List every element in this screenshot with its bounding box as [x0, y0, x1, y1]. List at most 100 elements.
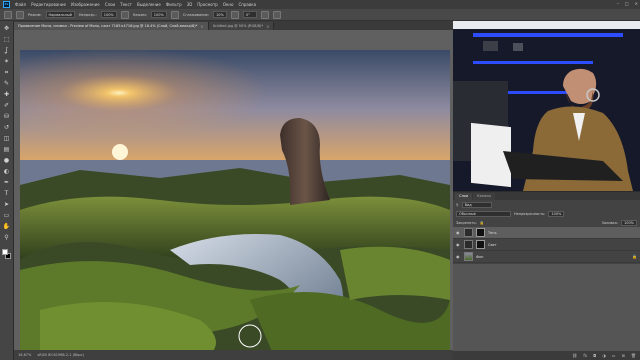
close-tab-icon[interactable]: ×: [200, 24, 203, 29]
smoothing-label: Сглаживание:: [182, 12, 209, 17]
dodge-icon[interactable]: ◐: [3, 168, 11, 176]
layer-name: Свет: [488, 242, 497, 247]
opacity-label: Непрозрачность:: [514, 211, 546, 216]
eye-icon[interactable]: ◉: [456, 254, 461, 259]
minimize-button[interactable]: –: [617, 1, 619, 6]
eye-icon[interactable]: ◉: [456, 230, 461, 235]
new-layer-icon[interactable]: ⊞: [622, 353, 625, 358]
stamp-icon[interactable]: ⛁: [3, 113, 11, 121]
path-select-icon[interactable]: ➤: [3, 201, 11, 209]
type-icon[interactable]: T: [3, 190, 11, 198]
layer-thumbnail: [464, 240, 473, 249]
document-tab-label: Проявление Мона, снимки - Preview of Mon…: [18, 24, 198, 28]
smoothing-settings-icon[interactable]: [231, 10, 239, 19]
folder-icon[interactable]: ▭: [612, 353, 616, 358]
webcam-overlay: [453, 21, 640, 191]
zoom-readout[interactable]: 16,67%: [18, 353, 31, 357]
gradient-icon[interactable]: ▤: [3, 146, 11, 154]
foreground-color-swatch[interactable]: [2, 249, 8, 255]
crop-icon[interactable]: ⌗: [3, 69, 11, 77]
menu-layers[interactable]: Слои: [105, 2, 115, 7]
layer-opacity-field[interactable]: 100%: [548, 210, 565, 217]
link-icon[interactable]: ⛓: [572, 353, 577, 358]
menu-file[interactable]: Файл: [15, 2, 26, 7]
status-bar: 16,67% sRGB IEC61966-2.1 (8bpc): [14, 350, 453, 360]
maximize-button[interactable]: □: [625, 1, 629, 6]
marquee-icon[interactable]: ⬚: [3, 36, 11, 44]
shape-icon[interactable]: ▭: [3, 212, 11, 220]
layer-thumbnail: [464, 228, 473, 237]
layer-row[interactable]: ◉ Фон 🔒: [453, 251, 640, 263]
opacity-field[interactable]: 100%: [100, 11, 117, 18]
tab-channels[interactable]: Каналы: [473, 193, 496, 200]
document-tab-active[interactable]: Проявление Мона, снимки - Preview of Mon…: [14, 22, 209, 30]
trash-icon[interactable]: 🗑: [631, 353, 636, 358]
document-canvas[interactable]: [20, 50, 450, 350]
symmetry-icon[interactable]: [273, 10, 281, 19]
healing-icon[interactable]: ✚: [3, 91, 11, 99]
layer-name: Тень: [488, 230, 497, 235]
color-swatches[interactable]: [2, 249, 11, 261]
layer-fill-field[interactable]: 100%: [620, 219, 637, 226]
layer-filter-row: ⚲ Вид: [453, 200, 640, 209]
mode-select[interactable]: Нормальный: [45, 11, 75, 18]
opacity-label: Непрозр.:: [78, 12, 97, 17]
zoom-icon[interactable]: ⚲: [3, 234, 11, 242]
menu-3d[interactable]: 3D: [187, 2, 193, 7]
brush-icon[interactable]: ✐: [3, 102, 11, 110]
menu-edit[interactable]: Редактирование: [31, 2, 66, 7]
magic-wand-icon[interactable]: ✶: [3, 58, 11, 66]
move-icon[interactable]: ✥: [3, 25, 11, 33]
blend-row: Обычные Непрозрачность: 100%: [453, 209, 640, 218]
close-button[interactable]: ×: [635, 1, 638, 6]
menu-filter[interactable]: Фильтр: [166, 2, 182, 7]
flow-field[interactable]: 100%: [150, 11, 167, 18]
layer-mask-thumbnail[interactable]: [476, 228, 485, 237]
document-tab-label: Untitled.jpg @ 50% (RGB/8)*: [212, 24, 264, 28]
adjustment-icon[interactable]: ◑: [602, 353, 606, 358]
window-controls: – □ ×: [617, 1, 638, 6]
blur-icon[interactable]: ●: [3, 157, 11, 165]
layer-row[interactable]: ◉ Тень: [453, 227, 640, 239]
brush-size-icon[interactable]: [16, 10, 24, 19]
menu-image[interactable]: Изображение: [71, 2, 100, 7]
menu-help[interactable]: Справка: [238, 2, 256, 7]
airbrush-icon[interactable]: [170, 10, 179, 19]
layer-row[interactable]: ◉ Свет: [453, 239, 640, 251]
pressure-size-icon[interactable]: [261, 10, 269, 19]
lasso-icon[interactable]: ʆ: [3, 47, 11, 55]
history-brush-icon[interactable]: ↺: [3, 124, 11, 132]
fx-icon[interactable]: fx: [583, 353, 587, 358]
smoothing-field[interactable]: 10%: [213, 11, 227, 18]
mask-icon[interactable]: ◘: [593, 353, 596, 358]
lock-icon: 🔒: [632, 254, 637, 259]
mode-label: Режим:: [28, 12, 42, 17]
lock-icon[interactable]: 🔒: [480, 221, 484, 225]
close-tab-icon[interactable]: ×: [266, 24, 269, 29]
eraser-icon[interactable]: ◫: [3, 135, 11, 143]
menu-type[interactable]: Текст: [120, 2, 132, 7]
eye-icon[interactable]: ◉: [456, 242, 461, 247]
webcam-video: [453, 21, 640, 191]
angle-field[interactable]: 0°: [243, 11, 257, 18]
blend-mode-select[interactable]: Обычные: [456, 210, 511, 217]
eyedropper-icon[interactable]: ✎: [3, 80, 11, 88]
flow-label: Нажим:: [132, 12, 147, 17]
options-bar: Режим: Нормальный Непрозр.: 100% Нажим: …: [0, 9, 640, 21]
menu-window[interactable]: Окно: [223, 2, 234, 7]
layer-mask-thumbnail[interactable]: [476, 240, 485, 249]
pressure-opacity-icon[interactable]: [120, 10, 129, 19]
document-tab[interactable]: Untitled.jpg @ 50% (RGB/8)* ×: [208, 22, 275, 30]
hand-icon[interactable]: ✋: [3, 223, 11, 231]
canvas-area[interactable]: [14, 30, 453, 350]
tool-preset-icon[interactable]: [4, 10, 12, 19]
menu-view[interactable]: Просмотр: [197, 2, 218, 7]
tab-layers[interactable]: Слои: [455, 193, 473, 200]
layers-panel-tabs: Слои Каналы: [453, 192, 640, 200]
lock-row: Закрепить: 🔒 Заливка: 100%: [453, 218, 640, 227]
pen-icon[interactable]: ✒: [3, 179, 11, 187]
layer-kind-filter[interactable]: Вид: [461, 201, 492, 208]
tools-panel: ✥ ⬚ ʆ ✶ ⌗ ✎ ✚ ✐ ⛁ ↺ ◫ ▤ ● ◐ ✒ T ➤ ▭ ✋ ⚲: [0, 21, 14, 360]
layer-name: Фон: [476, 254, 484, 259]
menu-select[interactable]: Выделение: [137, 2, 161, 7]
